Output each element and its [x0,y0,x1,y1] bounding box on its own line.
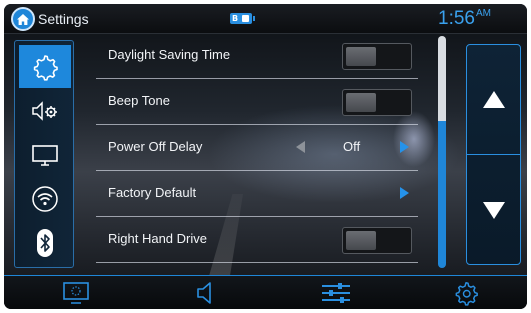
display-icon [32,144,58,166]
wifi-icon [32,185,58,212]
sidebar-item-general[interactable] [19,45,71,88]
setting-label: Factory Default [108,185,197,200]
clock: 1:56AM [438,8,491,30]
equalizer-icon [322,283,350,303]
speaker-icon [197,282,211,304]
clock-ampm: AM [475,8,491,19]
daylight-saving-toggle[interactable] [342,43,412,70]
page-up-button[interactable] [467,45,520,155]
settings-category-sidebar [14,40,74,268]
arrow-down-icon [482,201,505,219]
bottom-bar [4,275,527,309]
toggle-knob [346,231,376,250]
sidebar-item-wifi[interactable] [19,177,71,220]
next-value-arrow-icon[interactable] [400,141,409,153]
sidebar-item-display[interactable] [19,133,71,176]
battery-label: B [232,14,239,23]
chevron-right-icon[interactable] [400,187,409,199]
scrollbar[interactable] [438,36,446,268]
speaker-settings-icon [32,100,57,121]
setting-label: Power Off Delay [108,139,203,154]
beep-tone-toggle[interactable] [342,89,412,116]
scrollbar-thumb[interactable] [438,121,446,268]
setting-label: Right Hand Drive [108,231,207,246]
setting-row-factory-default[interactable]: Factory Default [96,172,418,217]
page-title: Settings [38,11,89,27]
power-off-delay-value: Off [343,139,361,154]
home-icon [17,13,29,25]
head-unit-screen: Settings B 1:56AM Daylight Saving Time B… [4,4,527,309]
setting-label: Beep Tone [108,93,170,108]
bottom-button-settings[interactable] [416,276,516,309]
bluetooth-icon [37,228,53,257]
clock-time: 1:56 [438,8,475,29]
toggle-knob [346,47,376,66]
right-hand-drive-toggle[interactable] [342,227,412,254]
battery-icon: B [230,13,255,24]
top-bar: Settings B 1:56AM [4,4,527,34]
page-down-button[interactable] [467,155,520,265]
battery-cell [242,15,249,22]
previous-value-arrow-icon[interactable] [296,141,305,153]
gear-icon [455,282,478,306]
arrow-up-icon [482,91,505,108]
setting-label: Daylight Saving Time [108,47,231,62]
toggle-knob [346,93,376,112]
sidebar-item-audio[interactable] [19,89,71,132]
setting-row-daylight-saving-time[interactable]: Daylight Saving Time [96,34,418,79]
bottom-button-screen[interactable] [26,276,126,309]
setting-row-beep-tone[interactable]: Beep Tone [96,80,418,125]
setting-row-power-off-delay[interactable]: Power Off Delay Off [96,126,418,171]
setting-row-right-hand-drive[interactable]: Right Hand Drive [96,218,418,263]
bottom-button-equalizer[interactable] [286,276,386,309]
page-navigation [466,44,521,265]
screen-icon [63,282,89,304]
gear-icon [33,54,58,81]
scrollbar-track-filled [438,36,446,121]
home-button[interactable] [11,7,35,31]
sidebar-item-bluetooth[interactable] [19,221,71,264]
bottom-button-audio[interactable] [156,276,256,309]
